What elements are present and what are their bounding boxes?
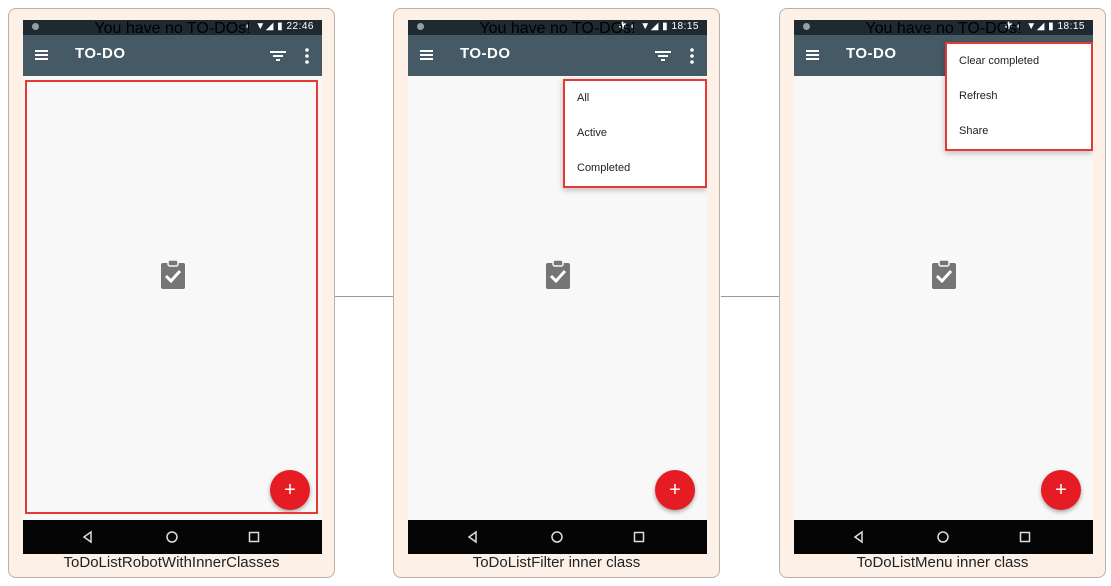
phone-screen: ◐ ▼◢ ▮ 22:46 TO-DO You have no TO-DOs! + bbox=[23, 20, 322, 554]
highlight-frame bbox=[25, 80, 318, 514]
toolbar: TO-DO bbox=[408, 35, 707, 76]
clipboard-check-icon bbox=[932, 259, 956, 289]
phone-screen: ✱ ◐ ▼◢ ▮ 18:15 TO-DO You have no TO-DOs!… bbox=[794, 20, 1093, 554]
recents-icon[interactable] bbox=[1016, 528, 1034, 546]
toolbar-title: TO-DO bbox=[75, 45, 126, 62]
filter-icon[interactable] bbox=[653, 46, 673, 66]
screen-card-filter: ✱ ◐ ▼◢ ▮ 18:15 TO-DO You have no TO-DOs!… bbox=[393, 8, 720, 578]
caption: ToDoListRobotWithInnerClasses bbox=[63, 554, 280, 571]
recents-icon[interactable] bbox=[630, 528, 648, 546]
caption: ToDoListMenu inner class bbox=[856, 554, 1029, 571]
filter-option-completed[interactable]: Completed bbox=[565, 151, 705, 186]
back-icon[interactable] bbox=[464, 528, 482, 546]
phone-screen: ✱ ◐ ▼◢ ▮ 18:15 TO-DO You have no TO-DOs!… bbox=[408, 20, 707, 554]
recents-icon[interactable] bbox=[245, 528, 263, 546]
filter-option-all[interactable]: All bbox=[565, 81, 705, 116]
hamburger-menu-icon[interactable] bbox=[417, 45, 439, 65]
hamburger-menu-icon[interactable] bbox=[803, 45, 825, 65]
screen-card-menu: ✱ ◐ ▼◢ ▮ 18:15 TO-DO You have no TO-DOs!… bbox=[779, 8, 1106, 578]
hamburger-menu-icon[interactable] bbox=[32, 45, 54, 65]
toolbar-title: TO-DO bbox=[846, 45, 897, 62]
toolbar-title: TO-DO bbox=[460, 45, 511, 62]
menu-option-clear-completed[interactable]: Clear completed bbox=[947, 44, 1091, 79]
add-todo-fab[interactable]: + bbox=[1041, 470, 1081, 510]
add-todo-fab[interactable]: + bbox=[655, 470, 695, 510]
menu-option-share[interactable]: Share bbox=[947, 114, 1091, 149]
caption: ToDoListFilter inner class bbox=[472, 554, 641, 571]
empty-state-message: You have no TO-DOs! bbox=[865, 20, 1022, 37]
back-icon[interactable] bbox=[850, 528, 868, 546]
nav-bar bbox=[23, 520, 322, 554]
filter-popup-menu: All Active Completed bbox=[563, 79, 707, 188]
more-vert-icon[interactable] bbox=[687, 46, 697, 66]
overflow-popup-menu: Clear completed Refresh Share bbox=[945, 42, 1093, 151]
home-icon[interactable] bbox=[548, 528, 566, 546]
filter-option-active[interactable]: Active bbox=[565, 116, 705, 151]
toolbar: TO-DO bbox=[23, 35, 322, 76]
screen-card-robot: ◐ ▼◢ ▮ 22:46 TO-DO You have no TO-DOs! +… bbox=[8, 8, 335, 578]
connector-line-1 bbox=[335, 296, 393, 297]
home-icon[interactable] bbox=[163, 528, 181, 546]
empty-state-message: You have no TO-DOs! bbox=[94, 20, 251, 37]
clipboard-check-icon bbox=[546, 259, 570, 289]
menu-option-refresh[interactable]: Refresh bbox=[947, 79, 1091, 114]
nav-bar bbox=[794, 520, 1093, 554]
nav-bar bbox=[408, 520, 707, 554]
filter-icon[interactable] bbox=[268, 46, 288, 66]
more-vert-icon[interactable] bbox=[302, 46, 312, 66]
home-icon[interactable] bbox=[934, 528, 952, 546]
empty-state-message: You have no TO-DOs! bbox=[479, 20, 636, 37]
connector-line-2 bbox=[721, 296, 779, 297]
back-icon[interactable] bbox=[79, 528, 97, 546]
